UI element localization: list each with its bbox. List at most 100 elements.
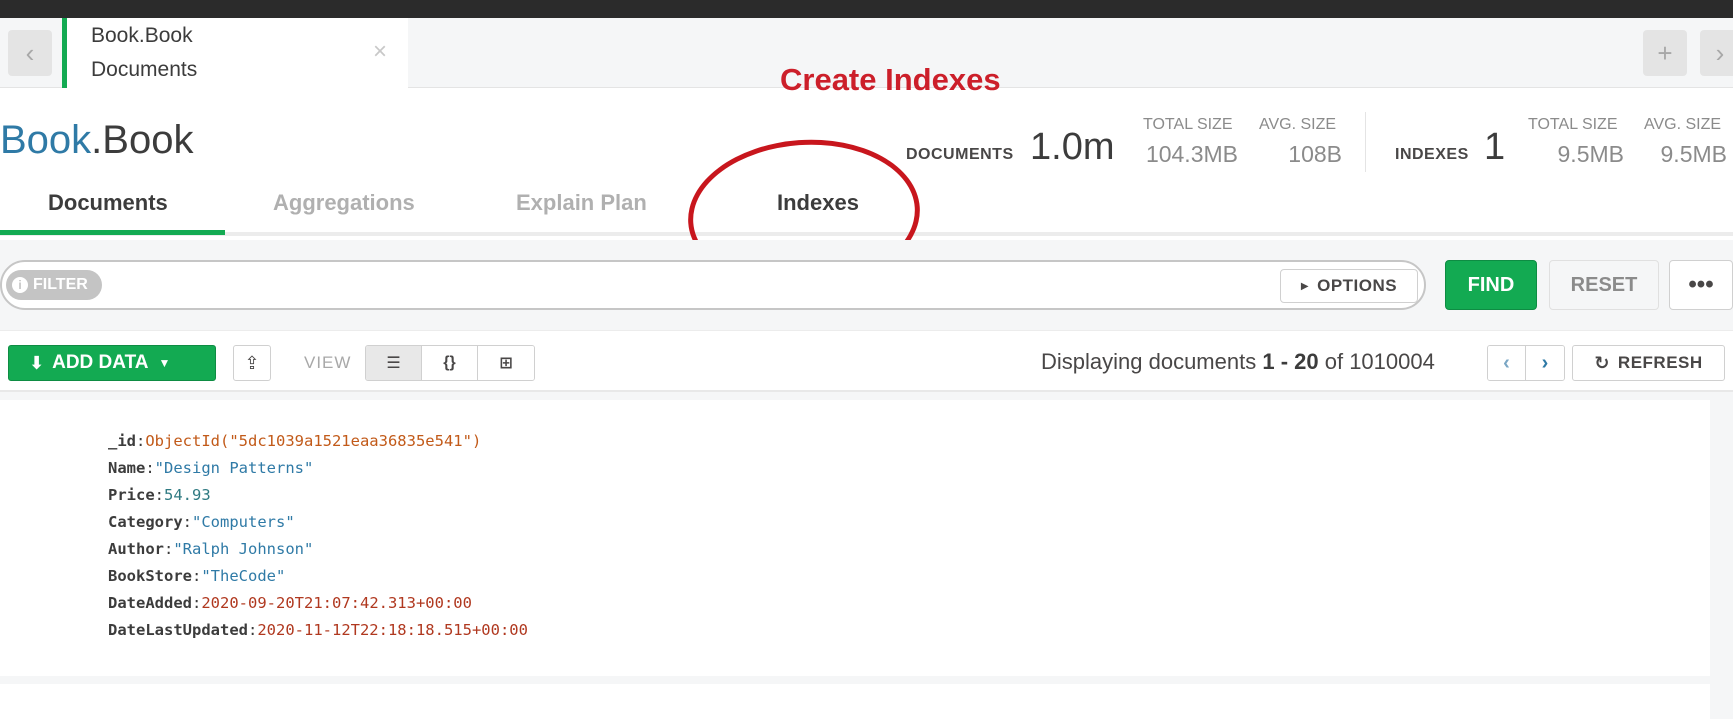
- field-value: "Design Patterns": [154, 459, 314, 477]
- display-prefix: Displaying documents: [1041, 349, 1263, 374]
- field-value: 54.93: [164, 486, 211, 504]
- doc-total-size-value: 104.3MB: [1145, 141, 1238, 167]
- chevron-right-icon: ›: [1715, 37, 1725, 68]
- field-key: _id: [108, 432, 136, 450]
- field-separator: :: [192, 567, 202, 585]
- tab-namespace: Book.Book: [91, 24, 193, 47]
- options-button[interactable]: ▶ OPTIONS: [1280, 269, 1418, 303]
- collection-dot: .: [91, 118, 103, 162]
- chevron-right-icon: ›: [1541, 351, 1549, 374]
- document-field-row: Author:"Ralph Johnson": [108, 536, 528, 563]
- field-key: DateLastUpdated: [108, 621, 248, 639]
- find-button[interactable]: FIND: [1445, 260, 1537, 310]
- collection-title: Book.Book: [0, 118, 193, 163]
- document-card-next[interactable]: [0, 684, 1710, 719]
- add-data-label: ADD DATA: [52, 352, 149, 373]
- chevron-left-icon: ‹: [1503, 351, 1510, 374]
- documents-list: _id:ObjectId("5dc1039a1521eaa36835e541")…: [0, 392, 1733, 719]
- tab-bar: ‹ Book.Book Documents × Create Indexes +…: [0, 18, 1733, 97]
- tab-aggregations[interactable]: Aggregations: [273, 190, 415, 216]
- plus-icon: +: [1657, 37, 1673, 68]
- window-top-strip: [0, 0, 1733, 18]
- field-key: Category: [108, 513, 183, 531]
- field-key: BookStore: [108, 567, 192, 585]
- stats-divider: [1365, 112, 1366, 172]
- documents-toolbar: ⬇ ADD DATA ▼ ⇪ VIEW ☰ {} ⊞ Displaying docu…: [0, 330, 1733, 392]
- new-tab-button[interactable]: +: [1643, 30, 1687, 76]
- doc-avg-size-label: AVG. SIZE: [1259, 116, 1337, 133]
- options-label: OPTIONS: [1317, 276, 1398, 295]
- next-page-button[interactable]: ›: [1526, 346, 1564, 380]
- field-value: "Ralph Johnson": [173, 540, 314, 558]
- reset-button[interactable]: RESET: [1549, 260, 1659, 310]
- previous-page-button[interactable]: ‹: [1488, 346, 1526, 380]
- json-view-icon: {}: [443, 354, 456, 371]
- refresh-icon: ↻: [1594, 352, 1610, 373]
- field-separator: :: [136, 432, 146, 450]
- tab-explain-plan[interactable]: Explain Plan: [516, 190, 647, 216]
- field-value: 2020-09-20T21:07:42.313+00:00: [201, 594, 472, 612]
- document-field-row: BookStore:"TheCode": [108, 563, 528, 590]
- documents-stat-value: 1.0m: [1030, 126, 1115, 168]
- collection-name: Book: [102, 118, 194, 162]
- field-value: 2020-11-12T22:18:18.515+00:00: [257, 621, 528, 639]
- display-range: 1 - 20: [1262, 349, 1319, 374]
- document-field-row: Price:54.93: [108, 482, 528, 509]
- idx-total-size-label: TOTAL SIZE: [1528, 116, 1618, 133]
- doc-avg-size-value: 108B: [1288, 141, 1342, 167]
- document-card[interactable]: _id:ObjectId("5dc1039a1521eaa36835e541")…: [0, 400, 1710, 676]
- filter-bar: i FILTER ▶ OPTIONS FIND RESET •••: [0, 240, 1733, 330]
- indexes-stat-label: INDEXES: [1395, 146, 1469, 163]
- caret-right-icon: ▶: [1300, 280, 1310, 292]
- tab-documents-view[interactable]: Documents: [48, 190, 168, 216]
- document-field-row: DateAdded:2020-09-20T21:07:42.313+00:00: [108, 590, 528, 617]
- list-view-button[interactable]: ☰: [366, 346, 422, 380]
- tab-documents[interactable]: Book.Book Documents ×: [62, 18, 408, 88]
- field-separator: :: [154, 486, 165, 504]
- pager: ‹ ›: [1487, 345, 1565, 381]
- forward-button[interactable]: ›: [1700, 30, 1733, 76]
- back-button[interactable]: ‹: [8, 30, 52, 76]
- refresh-button[interactable]: ↻ REFRESH: [1572, 345, 1725, 381]
- field-key: Name: [108, 459, 146, 477]
- pagination-status: Displaying documents 1 - 20 of 1010004: [1041, 349, 1435, 375]
- document-fields: _id:ObjectId("5dc1039a1521eaa36835e541")…: [108, 428, 528, 644]
- display-total: 1010004: [1349, 349, 1435, 374]
- tab-label: Documents: [91, 58, 198, 81]
- indexes-stat-value: 1: [1484, 126, 1506, 168]
- annotation-title: Create Indexes: [780, 62, 1001, 97]
- idx-avg-size-label: AVG. SIZE: [1644, 116, 1722, 133]
- close-icon[interactable]: ×: [373, 38, 387, 66]
- export-button[interactable]: ⇪: [233, 345, 271, 381]
- json-view-button[interactable]: {}: [422, 346, 478, 380]
- field-separator: :: [247, 621, 258, 639]
- filter-input[interactable]: i FILTER ▶ OPTIONS: [0, 260, 1426, 310]
- field-value: "Computers": [192, 513, 295, 531]
- list-view-icon: ☰: [386, 355, 401, 372]
- filter-label: FILTER: [33, 276, 88, 293]
- refresh-label: REFRESH: [1617, 353, 1703, 372]
- add-data-button[interactable]: ⬇ ADD DATA ▼: [8, 345, 216, 381]
- filter-pill: i FILTER: [6, 270, 102, 300]
- active-subtab-underline: [0, 230, 225, 235]
- document-field-row: Name:"Design Patterns": [108, 455, 528, 482]
- view-mode-group: ☰ {} ⊞: [365, 345, 535, 381]
- field-separator: :: [164, 540, 174, 558]
- document-field-row: DateLastUpdated:2020-11-12T22:18:18.515+…: [108, 617, 528, 644]
- table-view-button[interactable]: ⊞: [478, 346, 534, 380]
- chevron-left-icon: ‹: [25, 37, 35, 68]
- download-icon: ⬇: [29, 352, 45, 373]
- field-value: "TheCode": [201, 567, 286, 585]
- table-view-icon: ⊞: [499, 355, 513, 372]
- document-field-row: _id:ObjectId("5dc1039a1521eaa36835e541"): [108, 428, 528, 455]
- field-key: DateAdded: [108, 594, 192, 612]
- document-field-row: Category:"Computers": [108, 509, 528, 536]
- caret-down-icon: ▼: [158, 356, 171, 370]
- view-label: VIEW: [304, 353, 352, 372]
- collection-db-name: Book: [0, 118, 92, 162]
- field-separator: :: [145, 459, 155, 477]
- more-options-button[interactable]: •••: [1669, 260, 1733, 310]
- idx-total-size-value: 9.5MB: [1557, 141, 1624, 167]
- field-key: Price: [108, 486, 155, 504]
- doc-total-size-label: TOTAL SIZE: [1143, 116, 1233, 133]
